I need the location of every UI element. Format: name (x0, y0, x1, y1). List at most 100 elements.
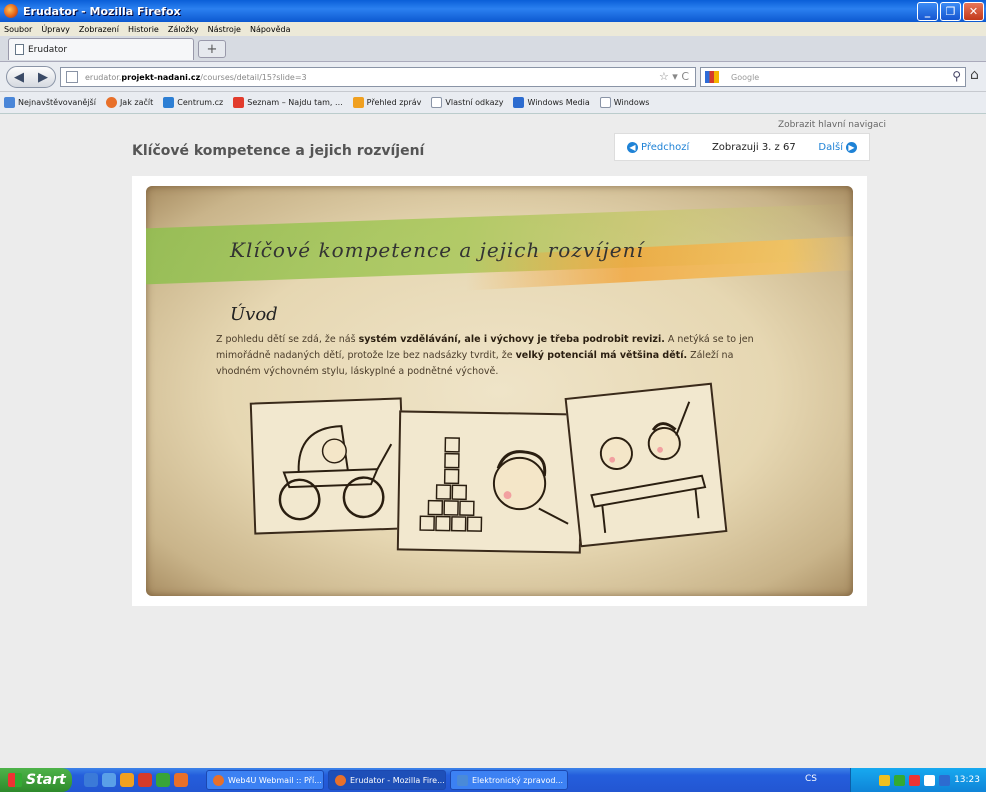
task-webmail[interactable]: Web4U Webmail :: Pří... (206, 770, 324, 790)
bookmark-icon (513, 97, 525, 108)
menu-view[interactable]: Zobrazení (79, 25, 119, 34)
start-label: Start (26, 772, 66, 788)
task-zpravodaj[interactable]: Elektronický zpravod... (450, 770, 568, 790)
forward-icon[interactable]: ▶ (38, 70, 48, 85)
tab-erudator[interactable]: Erudator (8, 38, 194, 60)
ie-icon[interactable] (84, 773, 98, 787)
previous-label: Předchozí (641, 141, 690, 153)
task-erudator[interactable]: Erudator - Mozilla Fire... (328, 770, 446, 790)
firefox-icon (4, 4, 18, 18)
tray-icon[interactable] (894, 774, 906, 786)
bookmark-item[interactable]: Seznam – Najdu tam, ... (233, 97, 343, 108)
back-icon[interactable]: ◀ (14, 70, 24, 85)
previous-slide-link[interactable]: ◀ Předchozí (627, 141, 690, 153)
bookmark-icon (233, 97, 245, 108)
bookmark-icon (163, 97, 175, 108)
arrow-left-icon: ◀ (627, 141, 638, 153)
bookmark-star-icon[interactable]: ☆ ▾ C (659, 70, 689, 83)
bookmark-item[interactable]: Windows (599, 97, 650, 108)
bookmark-label: Windows (613, 98, 650, 107)
search-placeholder: Google (731, 72, 760, 82)
language-indicator[interactable]: CS (805, 774, 817, 784)
url-domain: projekt-nadani.cz (121, 72, 201, 82)
windows-taskbar: Start Web4U Webmail :: Pří... Erudator -… (0, 768, 986, 792)
menu-bookmarks[interactable]: Záložky (168, 25, 199, 34)
menu-history[interactable]: Historie (128, 25, 159, 34)
course-title: Klíčové kompetence a jejich rozvíjení (132, 143, 425, 159)
illustration-pupils (564, 382, 728, 548)
blocks-drawing (419, 437, 569, 532)
bookmark-label: Centrum.cz (177, 98, 224, 107)
tab-bar: Erudator + (0, 36, 986, 62)
app-icon[interactable] (156, 773, 170, 787)
slide-title: Klíčové kompetence a jejich rozvíjení (230, 238, 644, 262)
tray-icon[interactable] (939, 774, 951, 786)
site-identity-icon[interactable] (66, 71, 78, 83)
minimize-button[interactable]: _ (917, 2, 938, 21)
para-bold: velký potenciál má většina dětí. (515, 350, 688, 361)
bookmark-item[interactable]: Vlastní odkazy (431, 97, 503, 108)
url-path: /courses/detail/15?slide=3 (200, 72, 307, 82)
task-label: Elektronický zpravod... (472, 775, 564, 785)
clock: 13:23 (954, 775, 980, 785)
next-label: Další (818, 141, 843, 153)
google-icon[interactable] (705, 71, 719, 83)
bookmarks-toolbar: Nejnavštěvovanější Jak začít Centrum.cz … (0, 92, 986, 114)
bookmark-item[interactable]: Nejnavštěvovanější (4, 97, 96, 108)
close-button[interactable]: ✕ (963, 2, 984, 21)
bookmark-item[interactable]: Jak začít (105, 97, 154, 108)
tray-icon[interactable] (909, 774, 921, 786)
back-forward-buttons: ◀ ▶ (6, 66, 56, 88)
page-icon (15, 44, 24, 55)
bookmark-item[interactable]: Windows Media (513, 97, 590, 108)
new-tab-button[interactable]: + (198, 40, 226, 58)
window-title: Erudator - Mozilla Firefox (23, 4, 181, 18)
task-label: Erudator - Mozilla Fire... (350, 775, 445, 785)
next-slide-link[interactable]: Další ▶ (818, 141, 857, 153)
para-text: Z pohledu dětí se zdá, že náš (216, 334, 359, 345)
bookmark-icon (4, 97, 15, 108)
page-content: Zobrazit hlavní navigaci Klíčové kompete… (0, 114, 986, 768)
tray-icon[interactable] (879, 774, 891, 786)
media-icon[interactable] (120, 773, 134, 787)
home-icon[interactable]: ⌂ (970, 67, 979, 83)
windows-logo-icon (8, 773, 22, 787)
bookmark-label: Přehled zpráv (366, 98, 422, 107)
bookmark-label: Jak začít (119, 98, 154, 107)
bookmark-icon (105, 97, 117, 108)
slide-paper: Klíčové kompetence a jejich rozvíjení Úv… (146, 186, 853, 596)
slide-frame: Klíčové kompetence a jejich rozvíjení Úv… (132, 176, 867, 606)
bookmark-icon (431, 97, 443, 108)
desktop-icon[interactable] (102, 773, 116, 787)
chrome-icon[interactable] (138, 773, 152, 787)
slide-paragraph: Z pohledu dětí se zdá, že náš systém vzd… (216, 332, 776, 380)
menu-bar: Soubor Úpravy Zobrazení Historie Záložky… (0, 22, 986, 36)
bookmark-item[interactable]: Přehled zpráv (352, 97, 422, 108)
maximize-button[interactable]: ❐ (940, 2, 961, 21)
start-button[interactable]: Start (0, 768, 72, 792)
show-main-navigation-link[interactable]: Zobrazit hlavní navigaci (778, 120, 886, 130)
url-bar[interactable]: erudator. projekt-nadani.cz/courses/detai… (60, 67, 696, 87)
illustration-blocks (396, 410, 584, 554)
menu-help[interactable]: Nápověda (250, 25, 291, 34)
firefox-quick-icon[interactable] (174, 773, 188, 787)
search-icon[interactable]: ⚲ (952, 69, 961, 83)
bookmark-label: Vlastní odkazy (445, 98, 504, 107)
slide-heading: Úvod (230, 304, 278, 325)
url-prefix: erudator. (85, 72, 122, 82)
illustration-stroller (249, 397, 407, 535)
task-icon (457, 774, 468, 786)
search-bar[interactable]: Google ⚲ (700, 67, 966, 87)
navigation-bar: ◀ ▶ erudator. projekt-nadani.cz/courses/d… (0, 62, 986, 92)
menu-edit[interactable]: Úpravy (41, 25, 70, 34)
bookmark-item[interactable]: Centrum.cz (163, 97, 223, 108)
menu-file[interactable]: Soubor (4, 25, 32, 34)
arrow-right-icon: ▶ (846, 141, 857, 153)
quick-launch (84, 773, 188, 787)
tray-icon[interactable] (924, 774, 936, 786)
menu-tools[interactable]: Nástroje (208, 25, 241, 34)
task-icon (213, 774, 224, 786)
pupils-drawing (590, 401, 707, 533)
bookmark-icon (599, 97, 611, 108)
tab-label: Erudator (28, 44, 68, 55)
